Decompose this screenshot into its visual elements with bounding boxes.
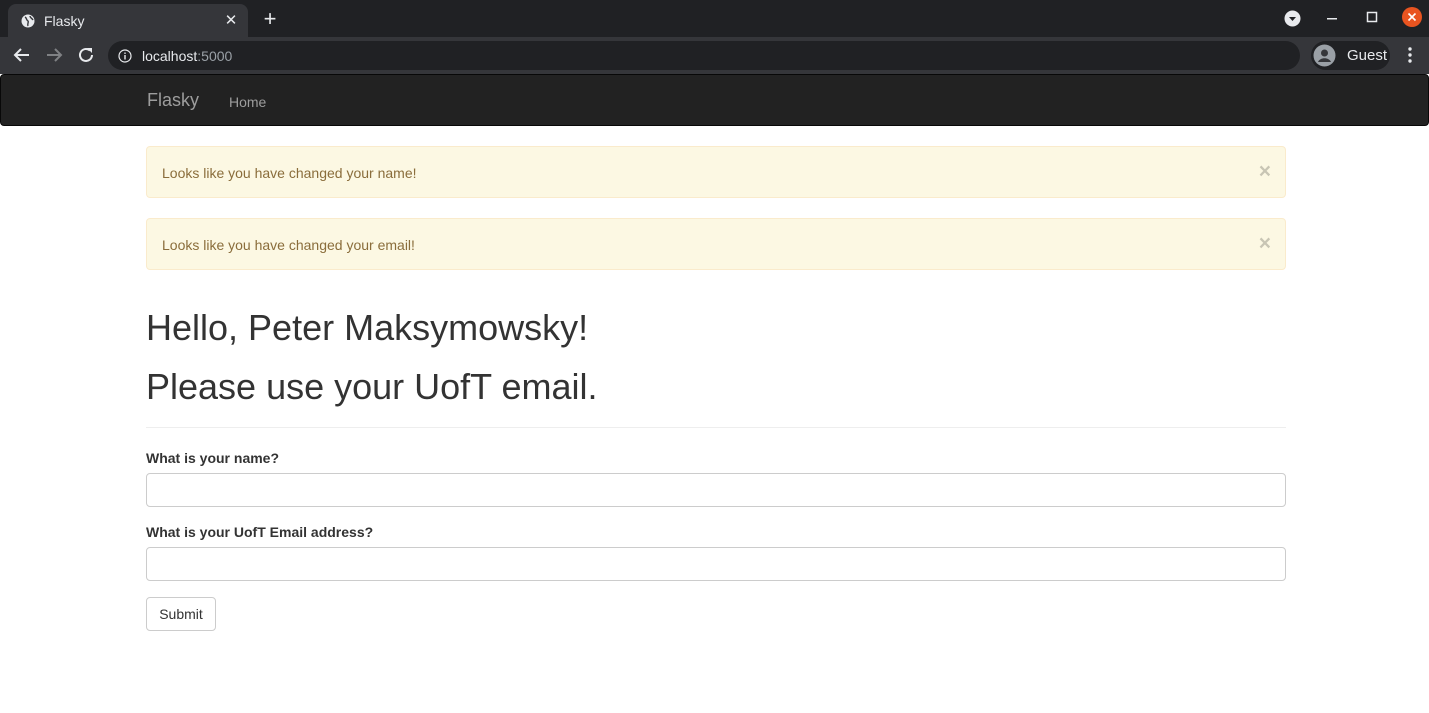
flash-alert: Looks like you have changed your email! … (146, 218, 1286, 270)
tab-close-icon[interactable]: ✕ (222, 12, 240, 30)
alert-message: Looks like you have changed your name! (162, 165, 417, 181)
browser-tabstrip: Flasky ✕ + (0, 0, 1429, 37)
page-content: Flasky Home Looks like you have changed … (0, 74, 1429, 713)
back-icon[interactable] (10, 43, 34, 67)
forward-icon[interactable] (42, 43, 66, 67)
url-text: localhost:5000 (142, 48, 232, 64)
new-tab-icon[interactable]: + (258, 7, 282, 31)
notice-heading: Please use your UofT email. (146, 366, 598, 407)
maximize-icon[interactable] (1364, 8, 1380, 28)
submit-button[interactable]: Submit (146, 597, 216, 631)
name-input[interactable] (146, 473, 1286, 507)
browser-tab[interactable]: Flasky ✕ (8, 4, 248, 37)
greeting-heading: Hello, Peter Maksymowsky! (146, 307, 589, 348)
divider (146, 427, 1286, 428)
navbar-brand[interactable]: Flasky (147, 90, 199, 110)
alert-message: Looks like you have changed your email! (162, 237, 415, 253)
alert-close-icon[interactable]: × (1259, 161, 1271, 182)
email-label: What is your UofT Email address? (146, 524, 374, 540)
flash-alert: Looks like you have changed your name! × (146, 146, 1286, 198)
window-close-icon[interactable] (1402, 7, 1422, 27)
navbar: Flasky Home (0, 74, 1429, 126)
url-host: localhost (142, 48, 198, 64)
browser-toolbar: localhost:5000 Guest (0, 37, 1429, 74)
nav-link-home[interactable]: Home (229, 92, 266, 112)
address-bar[interactable]: localhost:5000 (108, 41, 1300, 70)
avatar-icon (1313, 44, 1336, 67)
reload-icon[interactable] (74, 43, 98, 67)
profile-button[interactable]: Guest (1311, 41, 1390, 70)
alert-close-icon[interactable]: × (1259, 233, 1271, 254)
tab-search-icon[interactable] (1284, 10, 1301, 27)
minimize-icon[interactable] (1324, 8, 1340, 28)
profile-name: Guest (1347, 47, 1388, 64)
tab-title: Flasky (44, 13, 85, 29)
name-label: What is your name? (146, 450, 280, 466)
info-icon[interactable] (118, 49, 132, 63)
url-port: :5000 (197, 48, 233, 64)
more-options-icon[interactable] (1400, 44, 1420, 66)
globe-icon (21, 14, 35, 28)
email-input[interactable] (146, 547, 1286, 581)
